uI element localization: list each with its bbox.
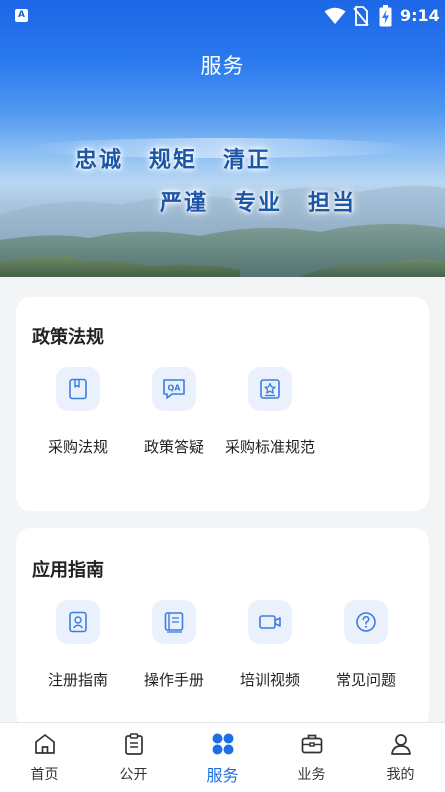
no-sim-icon bbox=[353, 6, 369, 26]
registration-guide-item[interactable]: 注册指南 bbox=[30, 600, 126, 692]
bottom-tab-bar: 首页 公开 服务 业务 我的 bbox=[0, 722, 445, 792]
slogan-word: 清正 bbox=[223, 147, 272, 173]
qa-icon: QA bbox=[152, 367, 196, 411]
wifi-icon bbox=[324, 7, 346, 24]
slogan-word: 担当 bbox=[308, 190, 357, 216]
item-label: 注册指南 bbox=[47, 671, 108, 689]
tab-label: 服务 bbox=[206, 766, 239, 785]
tab-label: 首页 bbox=[30, 767, 59, 783]
guide-section-card: 应用指南 注册指南 操作手册 培训视频 常见问题 bbox=[16, 528, 429, 728]
clock: 9:14 bbox=[400, 6, 440, 25]
section-title: 政策法规 bbox=[32, 327, 104, 348]
item-label: 采购法规 bbox=[47, 438, 108, 456]
video-camera-icon bbox=[248, 600, 292, 644]
tab-label: 公开 bbox=[119, 767, 148, 783]
procurement-law-item[interactable]: 采购法规 bbox=[30, 367, 126, 459]
tab-public[interactable]: 公开 bbox=[89, 723, 178, 792]
user-card-icon bbox=[56, 600, 100, 644]
training-video-item[interactable]: 培训视频 bbox=[222, 600, 318, 692]
slogan-line-2: 严谨 专业 担当 bbox=[160, 185, 382, 217]
slogan-line-1: 忠诚 规矩 清正 bbox=[75, 142, 297, 174]
briefcase-icon bbox=[301, 734, 323, 754]
standard-badge-icon bbox=[248, 367, 292, 411]
item-label: 采购标准规范 bbox=[224, 438, 315, 456]
tab-label: 业务 bbox=[297, 767, 326, 783]
battery-charging-icon bbox=[379, 5, 392, 27]
slogan-word: 严谨 bbox=[160, 190, 209, 216]
question-circle-icon bbox=[344, 600, 388, 644]
person-icon bbox=[391, 734, 411, 755]
svg-text:QA: QA bbox=[168, 384, 182, 393]
operation-manual-item[interactable]: 操作手册 bbox=[126, 600, 222, 692]
item-label: 操作手册 bbox=[143, 671, 204, 689]
manual-icon bbox=[152, 600, 196, 644]
section-title: 应用指南 bbox=[32, 560, 104, 581]
tab-label: 我的 bbox=[386, 767, 415, 783]
item-label: 常见问题 bbox=[335, 671, 396, 689]
page-title: 服务 bbox=[200, 54, 245, 78]
item-label: 政策答疑 bbox=[143, 438, 204, 456]
status-bar: A 9:14 bbox=[0, 0, 445, 32]
clipboard-icon bbox=[125, 733, 143, 755]
service-grid-icon bbox=[212, 733, 234, 755]
tab-mine[interactable]: 我的 bbox=[356, 723, 445, 792]
home-icon bbox=[35, 734, 55, 754]
tab-business[interactable]: 业务 bbox=[267, 723, 356, 792]
policy-section-card: 政策法规 采购法规 QA 政策答疑 采购标准规范 bbox=[16, 297, 429, 511]
slogan-word: 规矩 bbox=[149, 147, 198, 173]
slogan-word: 专业 bbox=[234, 190, 283, 216]
faq-item[interactable]: 常见问题 bbox=[318, 600, 414, 692]
policy-qa-item[interactable]: QA 政策答疑 bbox=[126, 367, 222, 459]
tab-service[interactable]: 服务 bbox=[178, 723, 267, 792]
app-notification-icon: A bbox=[15, 9, 28, 22]
banner: 服务 忠诚 规矩 清正 严谨 专业 担当 bbox=[0, 0, 445, 277]
procurement-standard-item[interactable]: 采购标准规范 bbox=[222, 367, 318, 459]
mountain-landscape-image bbox=[0, 138, 445, 277]
book-icon bbox=[56, 367, 100, 411]
item-label: 培训视频 bbox=[239, 671, 300, 689]
slogan-word: 忠诚 bbox=[75, 147, 124, 173]
tab-home[interactable]: 首页 bbox=[0, 723, 89, 792]
